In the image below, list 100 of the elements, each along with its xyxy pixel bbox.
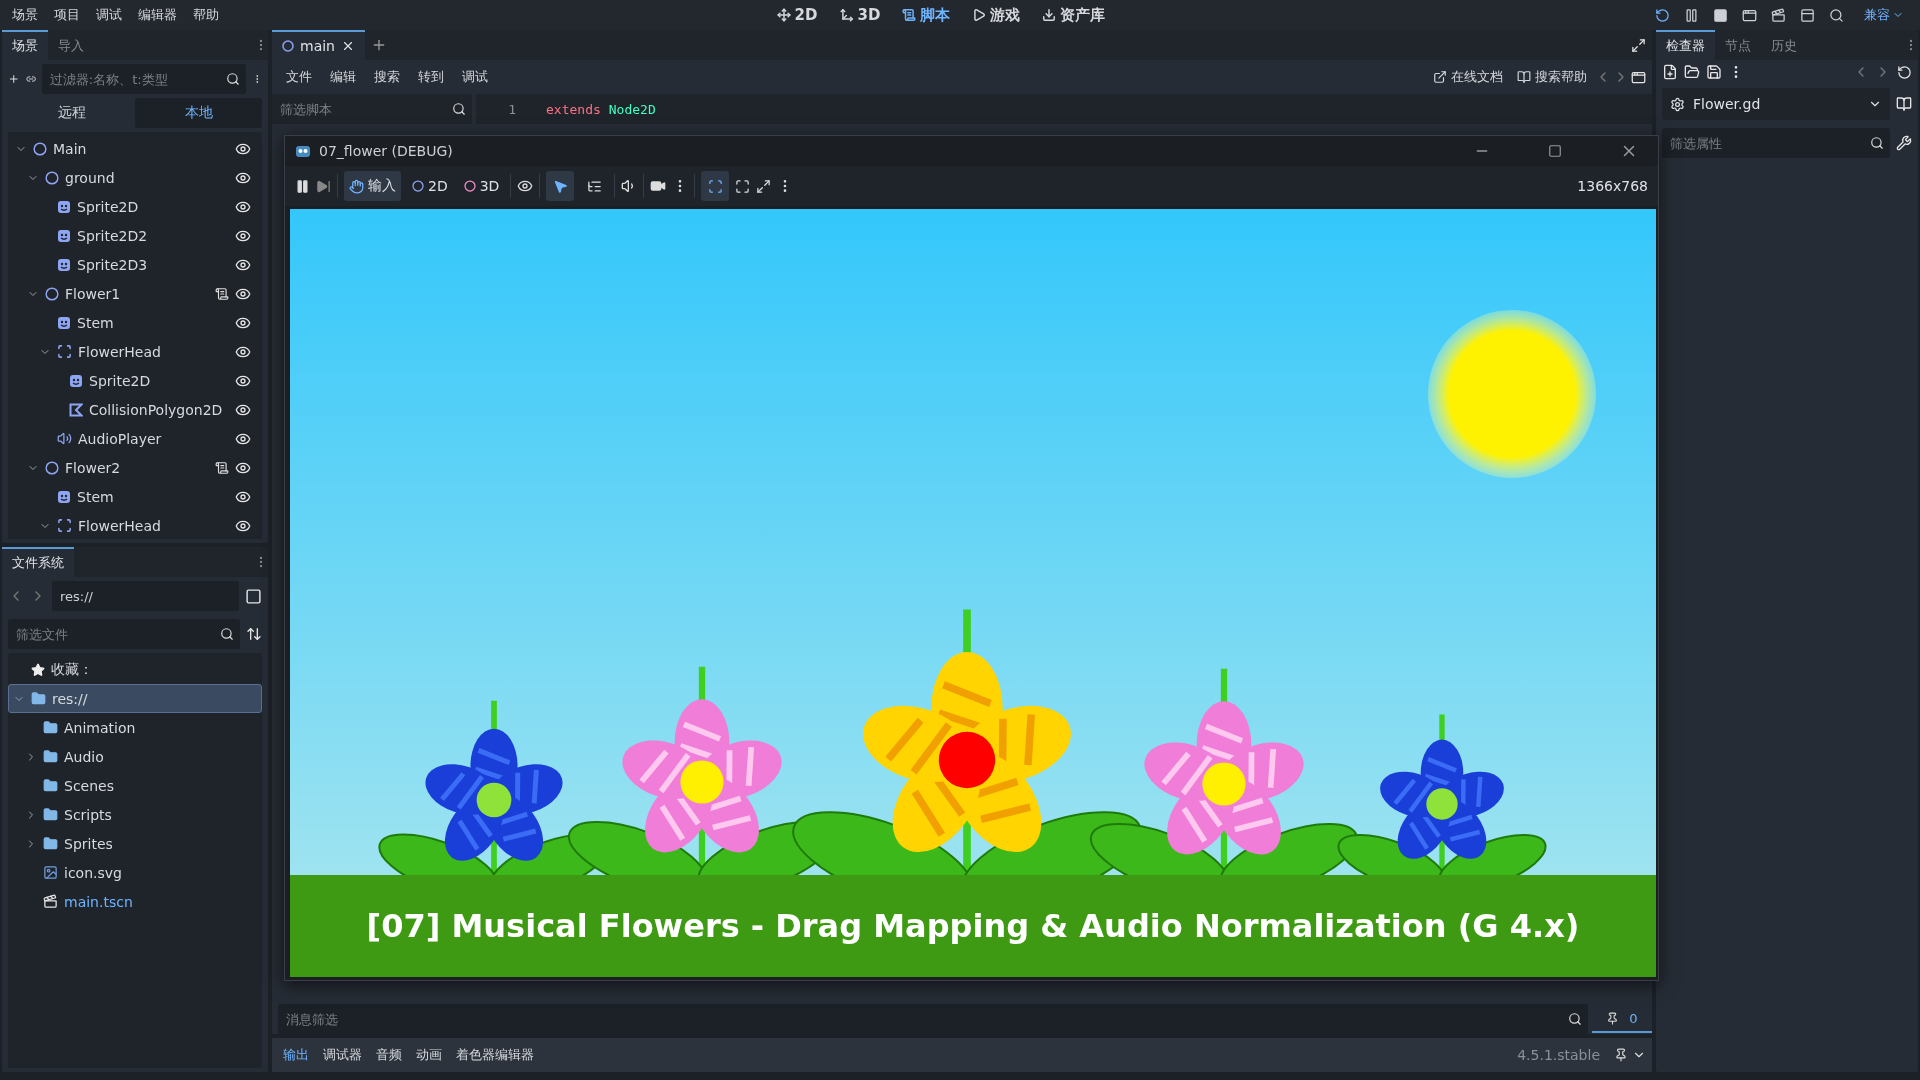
search-help-button[interactable]: 搜索帮助 bbox=[1511, 68, 1593, 86]
menu-item[interactable]: 编辑 bbox=[322, 68, 364, 86]
folder-icon[interactable] bbox=[1684, 64, 1700, 80]
text-input[interactable]: 消息筛选 bbox=[284, 1010, 1564, 1028]
menu-item[interactable]: 搜索 bbox=[366, 68, 408, 86]
mode-tab[interactable]: 本地 bbox=[135, 98, 262, 128]
favorites-item[interactable]: 收藏： bbox=[8, 655, 262, 684]
window-icon[interactable] bbox=[1742, 7, 1757, 23]
menu-item[interactable]: 文件 bbox=[278, 68, 320, 86]
menu-item[interactable]: 调试 bbox=[454, 68, 496, 86]
text-input[interactable]: res:// bbox=[58, 587, 233, 605]
tree-item[interactable]: CollisionPolygon2D bbox=[8, 395, 262, 424]
expand-icon[interactable] bbox=[1631, 37, 1646, 53]
game-window[interactable]: 07_flower (DEBUG) 输入 2D 3D 1366x768 [07] Musical Flowers - Drag Mapping & Audio Normalization (G 4.x) bbox=[284, 135, 1659, 981]
message-count[interactable]: 0 bbox=[1592, 1005, 1652, 1033]
bottom-tab[interactable]: 动画 bbox=[411, 1046, 447, 1064]
tree-item[interactable]: Sprite2D bbox=[8, 192, 262, 221]
tree-item[interactable]: Sprite2D2 bbox=[8, 221, 262, 250]
path-field[interactable]: res:// bbox=[52, 581, 239, 611]
file-item[interactable]: Audio bbox=[8, 742, 262, 771]
bottom-tab[interactable]: 着色器编辑器 bbox=[451, 1046, 539, 1064]
window-icon[interactable] bbox=[1631, 69, 1646, 85]
fullscreen-icon[interactable] bbox=[735, 178, 751, 194]
workspace-tab[interactable]: 3D bbox=[831, 3, 889, 27]
file-item[interactable]: Animation bbox=[8, 713, 262, 742]
workspace-tab[interactable]: 2D bbox=[768, 3, 826, 27]
camera-icon[interactable] bbox=[650, 178, 667, 194]
file-item[interactable]: Sprites bbox=[8, 829, 262, 858]
panel-icon[interactable] bbox=[1800, 7, 1815, 23]
dock-tab[interactable]: 历史 bbox=[1761, 30, 1807, 60]
search-icon[interactable] bbox=[220, 627, 234, 641]
save-icon[interactable] bbox=[1706, 64, 1722, 80]
file-item[interactable]: icon.svg bbox=[8, 858, 262, 887]
add-tab-icon[interactable] bbox=[371, 37, 387, 53]
history-icon[interactable] bbox=[1897, 64, 1912, 80]
script-filter-field[interactable]: 筛选脚本 bbox=[272, 94, 472, 124]
clapperboard-icon[interactable] bbox=[1771, 7, 1786, 23]
view-mode-button[interactable]: 2D bbox=[407, 171, 453, 201]
menu-item[interactable]: 场景 bbox=[4, 6, 46, 24]
pause-icon[interactable] bbox=[1684, 7, 1699, 23]
sort-icon[interactable] bbox=[246, 626, 262, 642]
tree-item[interactable]: Sprite2D3 bbox=[8, 250, 262, 279]
menu-item[interactable]: 转到 bbox=[410, 68, 452, 86]
text-input[interactable]: 筛选文件 bbox=[14, 625, 216, 643]
tree-item[interactable]: FlowerHead bbox=[8, 511, 262, 539]
step-icon[interactable] bbox=[316, 178, 331, 194]
camera-override-tool[interactable] bbox=[701, 171, 730, 201]
file-item[interactable]: res:// bbox=[8, 684, 262, 713]
resource-dropdown[interactable]: Flower.gd bbox=[1662, 88, 1890, 120]
text-input[interactable]: 筛选属性 bbox=[1668, 134, 1866, 152]
wrench-icon[interactable] bbox=[1896, 135, 1912, 151]
eye-icon[interactable] bbox=[517, 178, 534, 194]
bottom-tab[interactable]: 输出 bbox=[278, 1046, 314, 1064]
dock-tab[interactable]: 场景 bbox=[2, 30, 48, 60]
search-icon[interactable] bbox=[1870, 136, 1884, 150]
file-item[interactable]: Scripts bbox=[8, 800, 262, 829]
select-tool[interactable] bbox=[546, 171, 575, 201]
message-filter-field[interactable]: 消息筛选 bbox=[278, 1004, 1588, 1034]
scene-tab[interactable]: main bbox=[272, 30, 365, 60]
script-icon[interactable] bbox=[215, 286, 229, 301]
filter-field[interactable]: 筛选文件 bbox=[8, 619, 240, 649]
file-item[interactable]: Scenes bbox=[8, 771, 262, 800]
tree-item[interactable]: Stem bbox=[8, 482, 262, 511]
dock-tab[interactable]: 文件系统 bbox=[2, 547, 74, 577]
workspace-tab[interactable]: 游戏 bbox=[964, 3, 1029, 27]
tree-item[interactable]: Flower1 bbox=[8, 279, 262, 308]
filter-field[interactable]: 过滤器:名称、t:类型 bbox=[41, 64, 246, 94]
tree-item[interactable]: Sprite2D bbox=[8, 366, 262, 395]
menu-item[interactable]: 调试 bbox=[88, 6, 130, 24]
dock-tab[interactable]: 节点 bbox=[1715, 30, 1761, 60]
menu-item[interactable]: 项目 bbox=[46, 6, 88, 24]
property-filter-field[interactable]: 筛选属性 bbox=[1662, 128, 1890, 158]
text-input[interactable]: 过滤器:名称、t:类型 bbox=[47, 70, 222, 88]
renderer-dropdown[interactable]: 兼容 bbox=[1858, 5, 1910, 25]
menu-item[interactable]: 帮助 bbox=[185, 6, 227, 24]
bottom-tab[interactable]: 调试器 bbox=[318, 1046, 367, 1064]
script-icon[interactable] bbox=[215, 460, 229, 475]
tree-item[interactable]: FlowerHead bbox=[8, 337, 262, 366]
bottom-tab[interactable]: 音频 bbox=[371, 1046, 407, 1064]
search-icon[interactable] bbox=[225, 72, 240, 86]
tree-item[interactable]: Stem bbox=[8, 308, 262, 337]
tree-item[interactable]: Flower2 bbox=[8, 453, 262, 482]
file-item[interactable]: main.tscn bbox=[8, 887, 262, 916]
search-icon[interactable] bbox=[452, 102, 466, 116]
stop-icon[interactable] bbox=[1713, 7, 1728, 23]
search-icon[interactable] bbox=[1568, 1012, 1582, 1026]
workspace-tab[interactable]: 资产库 bbox=[1034, 3, 1114, 27]
view-mode-button[interactable]: 3D bbox=[458, 171, 505, 201]
input-button[interactable]: 输入 bbox=[344, 171, 401, 201]
online-docs-button[interactable]: 在线文档 bbox=[1427, 68, 1509, 86]
workspace-tab[interactable]: 脚本 bbox=[894, 3, 959, 27]
docs-icon[interactable] bbox=[1896, 96, 1912, 112]
reload-icon[interactable] bbox=[1655, 7, 1670, 23]
maximize-icon[interactable] bbox=[1548, 144, 1562, 158]
mode-tab[interactable]: 远程 bbox=[8, 98, 135, 128]
tree-item[interactable]: ground bbox=[8, 163, 262, 192]
pause-icon[interactable] bbox=[295, 178, 310, 194]
expand-icon[interactable] bbox=[756, 178, 772, 194]
pin-icon[interactable] bbox=[1614, 1048, 1628, 1062]
search-icon[interactable] bbox=[1829, 7, 1844, 23]
